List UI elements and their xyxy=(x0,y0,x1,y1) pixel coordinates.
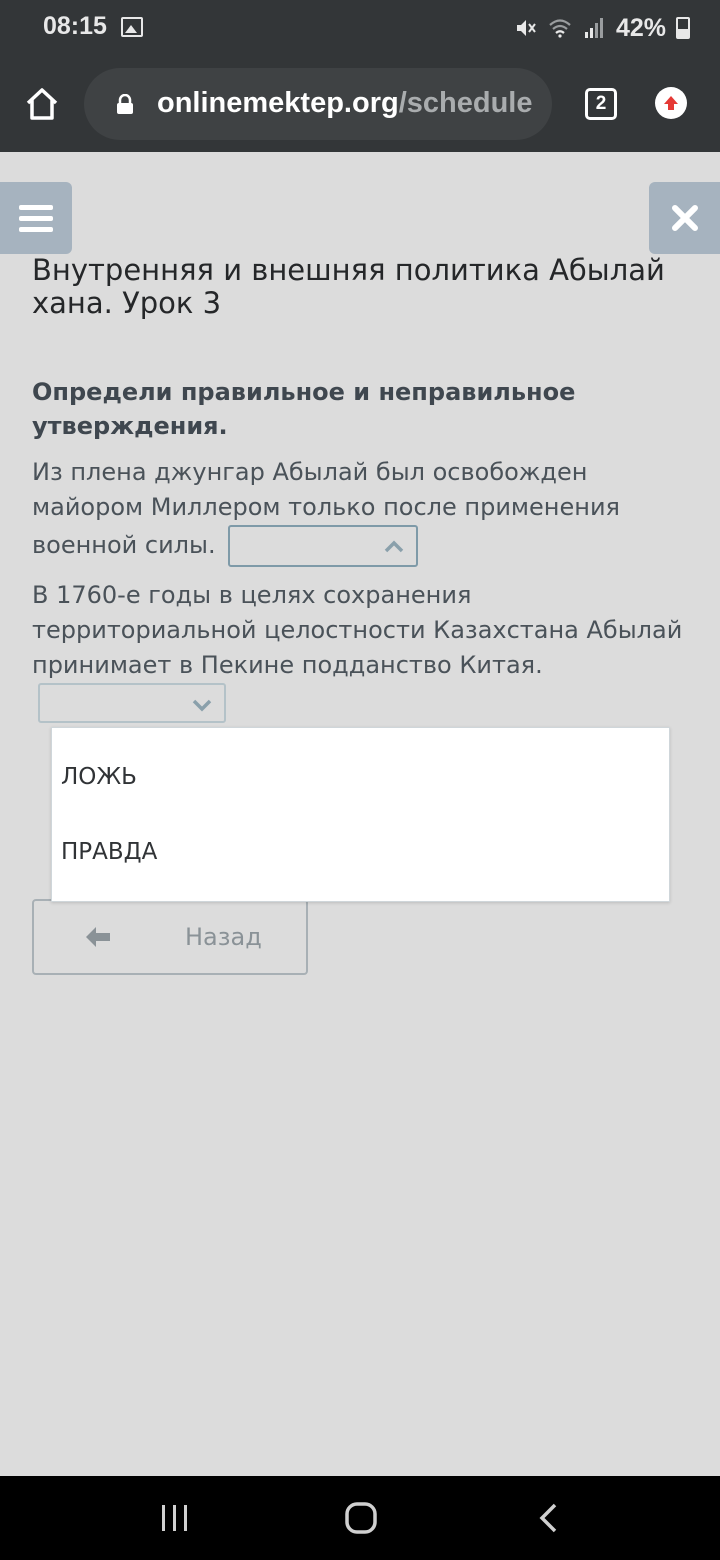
answer-select-2[interactable] xyxy=(38,683,226,723)
tab-count-button[interactable]: 2 xyxy=(585,88,617,120)
close-icon xyxy=(671,205,698,231)
recent-apps-icon[interactable] xyxy=(160,1503,190,1533)
image-icon xyxy=(121,17,143,37)
status-bar: 08:15 42% xyxy=(0,0,720,56)
url-domain: onlinemektep.org xyxy=(157,87,399,119)
home-icon[interactable] xyxy=(22,84,62,124)
chevron-down-icon xyxy=(192,699,212,712)
hamburger-icon-line xyxy=(19,215,53,221)
lesson-title: Внутренняя и внешняя политика Абылай хан… xyxy=(32,253,665,320)
answer-dropdown-menu: ЛОЖЬ ПРАВДА xyxy=(51,727,670,902)
mute-icon xyxy=(516,20,536,36)
close-button[interactable] xyxy=(649,182,720,254)
address-bar[interactable]: onlinemektep.org/schedule xyxy=(84,68,552,140)
hamburger-icon-line xyxy=(19,204,53,210)
url-path: /schedule xyxy=(398,87,533,119)
arrow-left-icon xyxy=(86,927,110,947)
hamburger-icon-line xyxy=(19,226,53,232)
wifi-icon xyxy=(549,19,571,38)
dropdown-option-false[interactable]: ЛОЖЬ xyxy=(61,764,137,790)
browser-toolbar: onlinemektep.org/schedule 2 xyxy=(0,56,720,152)
nav-back-icon[interactable] xyxy=(538,1502,558,1534)
url-text: onlinemektep.org/schedule xyxy=(157,87,532,120)
dropdown-option-true[interactable]: ПРАВДА xyxy=(61,839,157,865)
battery-icon xyxy=(676,17,690,39)
upload-icon xyxy=(664,96,678,110)
statement-2: В 1760-е годы в целях сохранения террито… xyxy=(32,578,702,723)
answer-select-1[interactable] xyxy=(227,525,418,567)
menu-button[interactable] xyxy=(0,182,72,254)
statement-text: В 1760-е годы в целях сохранения террито… xyxy=(32,581,683,679)
chevron-up-icon xyxy=(384,540,403,553)
back-button[interactable]: Назад xyxy=(32,899,308,975)
nav-home-icon[interactable] xyxy=(344,1501,378,1535)
status-icons: 42% xyxy=(514,12,690,44)
task-instruction: Определи правильное и неправильное утвер… xyxy=(32,378,576,440)
lock-icon xyxy=(117,94,133,114)
statement-1: Из плена джунгар Абылай был освобожден м… xyxy=(32,455,702,567)
signal-icon xyxy=(584,18,603,38)
status-time: 08:15 xyxy=(43,12,107,40)
battery-percent: 42% xyxy=(615,13,666,42)
back-label: Назад xyxy=(185,923,262,951)
upload-button[interactable] xyxy=(655,87,687,119)
system-nav-bar xyxy=(0,1476,720,1560)
